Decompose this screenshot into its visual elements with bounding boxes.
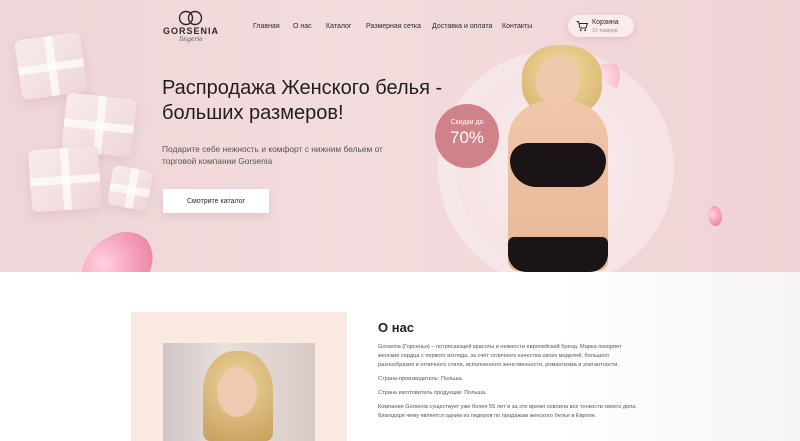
about-paragraph: Страна-производитель: Польша. — [378, 376, 464, 382]
nav-item-delivery[interactable]: Доставка и оплата — [432, 23, 492, 30]
gift-box-decoration — [14, 31, 88, 101]
about-paragraph: Gorsenia (Горсенья) – потрясающей красот… — [378, 344, 622, 368]
logo-gc-icon — [178, 10, 203, 26]
hero-banner: Скидки до 70% — [0, 0, 800, 272]
logo-tagline: lingerie — [179, 36, 203, 43]
rose-petal-decoration — [705, 204, 725, 228]
nav-item-home[interactable]: Главная — [253, 23, 280, 30]
cart-label: Корзина — [592, 19, 619, 26]
about-text: Gorsenia (Горсенья) – потрясающей красот… — [378, 343, 638, 426]
brand-logo[interactable]: GORSENIA lingerie — [162, 10, 220, 46]
gift-box-decoration — [27, 145, 103, 213]
hero-subtitle: Подарите себе нежность и комфорт с нижни… — [162, 144, 383, 166]
hero-title: Распродажа Женского белья - больших разм… — [162, 77, 443, 124]
about-photo — [163, 343, 315, 441]
cart-item-count: 10 товаров — [592, 28, 618, 34]
logo-wordmark: GORSENIA — [162, 26, 219, 36]
nav-item-catalog[interactable]: Каталог — [326, 23, 351, 30]
rose-petal-decoration — [68, 222, 166, 272]
nav-item-size-chart[interactable]: Размерная сетка — [366, 23, 421, 30]
nav-item-contacts[interactable]: Контакты — [502, 23, 532, 30]
hero-model-image — [478, 45, 638, 272]
nav-item-about[interactable]: О нас — [293, 23, 312, 30]
gift-box-decoration — [106, 164, 154, 212]
cart-icon — [576, 21, 588, 32]
about-paragraph: Компания Gorsenia существует уже более 5… — [378, 404, 637, 419]
about-title: О нас — [378, 320, 415, 335]
discount-badge-value: 70% — [449, 128, 485, 147]
about-paragraph: Страна изготовитель продукции: Польша. — [378, 390, 487, 396]
view-catalog-button[interactable]: Смотрите каталог — [163, 189, 269, 213]
cart-button[interactable]: Корзина 10 товаров — [568, 15, 634, 37]
